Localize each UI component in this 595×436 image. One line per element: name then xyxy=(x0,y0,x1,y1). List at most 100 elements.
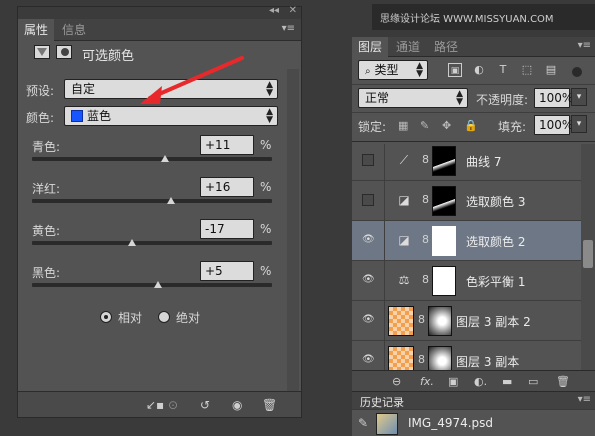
layer-thumbnail[interactable] xyxy=(388,346,414,370)
opacity-dropdown-button[interactable]: ▾ xyxy=(571,88,587,106)
tab-channels[interactable]: 通道 xyxy=(390,37,426,57)
pixel-filter-icon[interactable]: ▣ xyxy=(448,63,462,77)
chain-link-icon[interactable]: 8 xyxy=(422,233,429,246)
layer-row[interactable]: 👁 ◪ 8 选取颜色 2 xyxy=(352,220,581,261)
layer-name: 色彩平衡 1 xyxy=(466,275,526,289)
slider-value-input[interactable]: -17 xyxy=(200,219,254,239)
fx-icon[interactable]: fx. xyxy=(420,375,434,388)
slider-thumb[interactable] xyxy=(127,239,136,246)
layer-row[interactable]: ◪ 8 选取颜色 3 xyxy=(352,180,581,221)
selective-color-icon[interactable]: ◪ xyxy=(395,233,413,249)
visibility-toggle[interactable] xyxy=(362,194,374,206)
layer-mask-thumbnail[interactable] xyxy=(432,146,456,176)
slider-track[interactable] xyxy=(32,283,272,287)
fill-dropdown-button[interactable]: ▾ xyxy=(571,115,587,133)
chain-link-icon[interactable]: 8 xyxy=(418,313,425,326)
properties-area: ◂◂ ✕ 属性 信息 ▾≡ 可选颜色 预设: 自定 ▲ ▼ 颜色: 蓝色 ▲ ▼ 相… xyxy=(0,0,310,436)
panel-menu-icon[interactable]: ▾≡ xyxy=(282,23,295,34)
clip-to-layer-icon[interactable]: ↙▪ xyxy=(146,398,164,412)
layer-thumbnail[interactable] xyxy=(388,306,414,336)
slider-thumb[interactable] xyxy=(161,155,170,162)
red-arrow-icon xyxy=(140,56,244,104)
properties-footer: ↙▪ ⊙ ↺ ◉ 🗑 xyxy=(18,391,301,417)
relative-radio[interactable] xyxy=(100,311,112,323)
add-mask-icon[interactable]: ▣ xyxy=(448,375,458,388)
type-filter-icon[interactable]: T xyxy=(496,63,510,77)
layer-row[interactable]: ⟋ 8 曲线 7 xyxy=(352,144,581,181)
layer-mask-thumbnail[interactable] xyxy=(432,186,456,216)
watermark-bar: 思缘设计论坛 WWW.MISSYUAN.COM xyxy=(372,4,595,30)
chain-link-icon[interactable]: 8 xyxy=(422,153,429,166)
chain-link-icon[interactable]: 8 xyxy=(422,193,429,206)
slider-track[interactable] xyxy=(32,157,272,161)
history-item[interactable]: ✎ IMG_4974.psd xyxy=(352,410,595,436)
colors-value: 蓝色 xyxy=(87,109,112,123)
layer-row[interactable]: 👁 ⚖ 8 色彩平衡 1 xyxy=(352,260,581,301)
slider-thumb[interactable] xyxy=(167,197,176,204)
divider xyxy=(384,301,385,341)
opacity-input[interactable]: 100% xyxy=(534,88,573,108)
panel-menu-icon[interactable]: ▾≡ xyxy=(578,394,591,405)
divider xyxy=(384,144,385,181)
new-group-icon[interactable]: ▬ xyxy=(502,375,512,388)
filter-toggle-icon[interactable] xyxy=(572,67,582,77)
eye-icon[interactable]: 👁 xyxy=(362,274,375,285)
link-layers-icon[interactable]: ⊖ xyxy=(392,375,401,388)
adjustment-filter-icon[interactable]: ◐ xyxy=(472,63,486,77)
relative-label: 相对 xyxy=(118,311,143,325)
eye-icon[interactable]: 👁 xyxy=(362,354,375,365)
trash-icon[interactable]: 🗑 xyxy=(262,398,277,412)
close-icon[interactable]: ✕ xyxy=(289,5,297,16)
slider-value-input[interactable]: +16 xyxy=(200,177,254,197)
curves-icon[interactable]: ⟋ xyxy=(395,153,413,169)
collapse-icon[interactable]: ◂◂ xyxy=(269,5,279,16)
shape-filter-icon[interactable]: ⬚ xyxy=(520,63,534,77)
slider-value-input[interactable]: +11 xyxy=(200,135,254,155)
slider-track[interactable] xyxy=(32,241,272,245)
tab-properties[interactable]: 属性 xyxy=(18,19,55,41)
layer-row[interactable]: 👁 8 图层 3 副本 2 xyxy=(352,300,581,341)
tab-history[interactable]: 历史记录 xyxy=(360,394,404,410)
adjustment-icon[interactable] xyxy=(34,45,50,59)
panel-menu-icon[interactable]: ▾≡ xyxy=(578,40,591,51)
lock-transparent-icon[interactable]: ▦ xyxy=(398,119,408,132)
eye-icon[interactable]: 👁 xyxy=(362,234,375,245)
fill-input[interactable]: 100% xyxy=(534,115,573,135)
tab-layers[interactable]: 图层 xyxy=(352,37,389,57)
blend-mode-select[interactable]: 正常 ▲ ▼ xyxy=(358,88,468,108)
new-adjustment-icon[interactable]: ◐. xyxy=(474,375,487,388)
eye-icon[interactable]: 👁 xyxy=(362,314,375,325)
chain-link-icon[interactable]: 8 xyxy=(422,273,429,286)
layer-mask-thumbnail[interactable] xyxy=(432,266,456,296)
selective-color-icon[interactable]: ◪ xyxy=(395,193,413,209)
divider xyxy=(352,141,595,142)
lock-brush-icon[interactable]: ✎ xyxy=(420,119,429,132)
layer-mask-thumbnail[interactable] xyxy=(428,346,452,370)
panel-scrollbar[interactable] xyxy=(287,69,299,395)
tab-info[interactable]: 信息 xyxy=(56,19,92,41)
opacity-label: 不透明度: xyxy=(476,93,529,107)
filter-type-select[interactable]: ⌕ 类型 ▲ ▼ xyxy=(358,60,428,80)
slider-thumb[interactable] xyxy=(154,281,162,288)
tab-paths[interactable]: 路径 xyxy=(428,37,464,57)
smart-object-filter-icon[interactable]: ▤ xyxy=(544,63,558,77)
color-balance-icon[interactable]: ⚖ xyxy=(395,273,413,289)
slider-label: 洋红: xyxy=(32,182,61,196)
layer-mask-thumbnail[interactable] xyxy=(432,226,456,256)
visibility-toggle[interactable] xyxy=(362,154,374,166)
view-previous-icon[interactable]: ⊙ xyxy=(168,398,178,412)
new-layer-icon[interactable]: ▭ xyxy=(528,375,538,388)
reset-icon[interactable]: ↺ xyxy=(200,398,210,412)
chain-link-icon[interactable]: 8 xyxy=(418,353,425,366)
layer-row[interactable]: 👁 8 图层 3 副本 xyxy=(352,340,581,370)
visibility-eye-icon[interactable]: ◉ xyxy=(232,398,242,412)
slider-track[interactable] xyxy=(32,199,272,203)
layer-mask-thumbnail[interactable] xyxy=(428,306,452,336)
trash-icon[interactable]: 🗑 xyxy=(556,375,570,388)
lock-move-icon[interactable]: ✥ xyxy=(442,119,451,132)
mask-icon[interactable] xyxy=(56,45,72,59)
layers-scroll-thumb[interactable] xyxy=(583,240,593,268)
slider-value-input[interactable]: +5 xyxy=(200,261,254,281)
lock-all-icon[interactable]: 🔒 xyxy=(464,119,478,132)
absolute-radio[interactable] xyxy=(158,311,170,323)
